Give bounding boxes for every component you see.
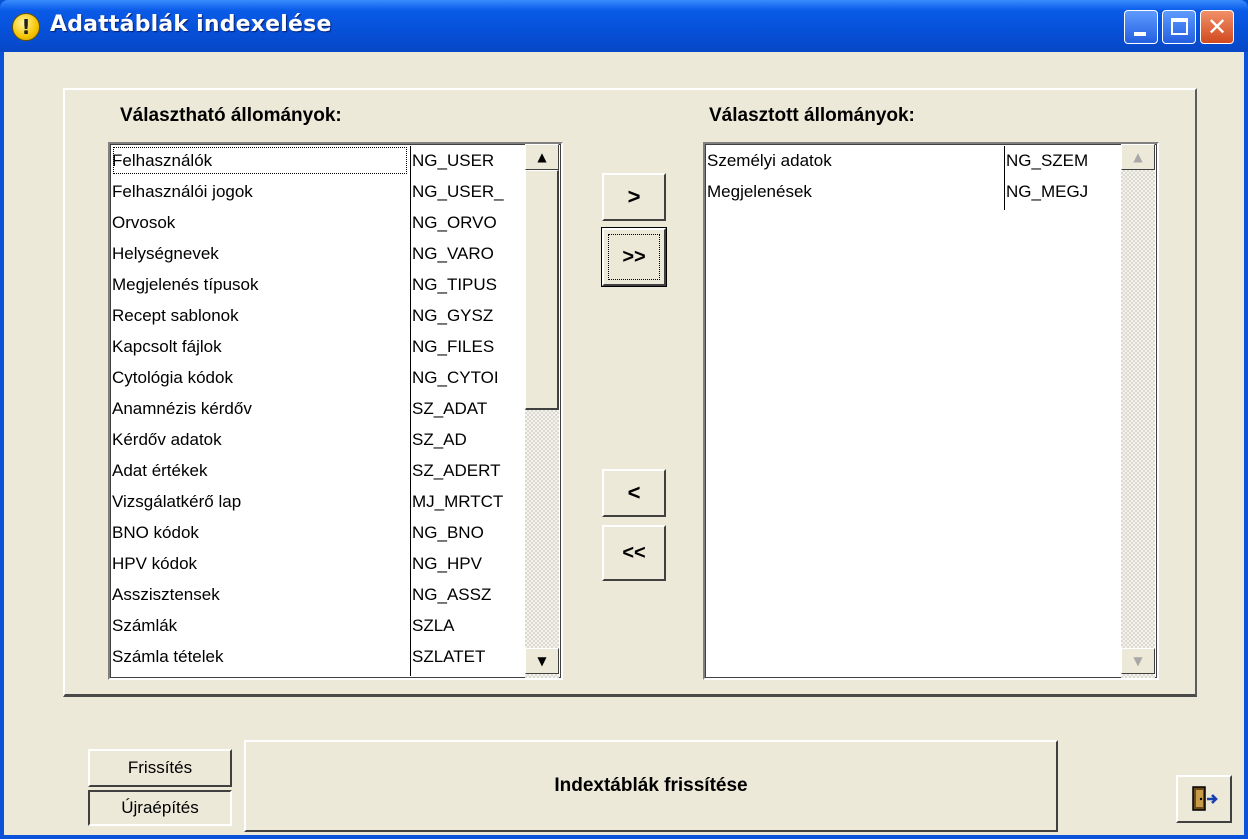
focus-rectangle xyxy=(608,234,660,280)
list-item[interactable]: Számla tételek SZLATET xyxy=(110,642,522,671)
list-item[interactable]: Adat értékek SZ_ADERT xyxy=(110,456,522,485)
item-name: Számla tételek xyxy=(112,647,224,666)
scroll-down-button[interactable]: ▼ xyxy=(525,648,559,674)
available-list[interactable]: Felhasználók NG_USER Felhasználói jogok NG_… xyxy=(108,142,563,680)
item-name: Felhasználók xyxy=(112,146,408,175)
item-table: NG_ASSZ xyxy=(412,585,492,604)
item-name: BNO kódok xyxy=(112,523,199,542)
item-name: Anamnézis kérdőv xyxy=(112,399,252,418)
selected-scrollbar[interactable]: ▲ ▼ xyxy=(1121,144,1155,678)
list-item[interactable]: Cytológia kódok NG_CYTOI xyxy=(110,363,522,392)
scroll-thumb[interactable] xyxy=(525,170,559,410)
run-index-update-button[interactable]: Indextáblák frissítése xyxy=(244,740,1058,832)
maximize-button[interactable] xyxy=(1162,10,1196,44)
item-name: Asszisztensek xyxy=(112,585,220,604)
item-table: SZLATET xyxy=(412,647,486,666)
remove-one-button[interactable]: < xyxy=(602,469,666,517)
list-item[interactable]: Anamnézis kérdőv SZ_ADAT xyxy=(110,394,522,423)
exit-button[interactable] xyxy=(1176,775,1232,823)
item-table: SZLA xyxy=(412,616,455,635)
list-item[interactable]: Személyi adatok NG_SZEM xyxy=(705,146,1116,175)
item-table: NG_FILES xyxy=(412,337,495,356)
list-item[interactable]: Megjelenések NG_MEGJ xyxy=(705,177,1116,206)
list-item[interactable]: Kapcsolt fájlok NG_FILES xyxy=(110,332,522,361)
list-item[interactable]: Orvosok NG_ORVO xyxy=(110,208,522,237)
add-all-button[interactable]: >> xyxy=(601,227,667,287)
maximize-icon xyxy=(1171,18,1188,35)
list-item[interactable]: HPV kódok NG_HPV xyxy=(110,549,522,578)
remove-all-button[interactable]: << xyxy=(602,525,666,581)
item-name: Adat értékek xyxy=(112,461,208,480)
add-one-button[interactable]: > xyxy=(602,173,666,221)
title-bar[interactable]: ! Adattáblák indexelése ✕ xyxy=(0,0,1248,52)
item-name: Megjelenés típusok xyxy=(112,275,259,294)
item-table: SZ_ADERT xyxy=(412,461,501,480)
item-table: NG_SZEM xyxy=(1006,151,1089,170)
item-table: NG_MEGJ xyxy=(1006,182,1089,201)
item-table: NG_VARO xyxy=(412,244,494,263)
available-scrollbar[interactable]: ▲ ▼ xyxy=(525,144,559,678)
rebuild-mode-button[interactable]: Újraépítés xyxy=(88,790,232,826)
list-item[interactable]: BNO kódok NG_BNO xyxy=(110,518,522,547)
item-table: NG_TIPUS xyxy=(412,275,498,294)
list-item[interactable]: Felhasználói jogok NG_USER_ xyxy=(110,177,522,206)
scroll-up-button[interactable]: ▲ xyxy=(525,144,559,170)
item-table: NG_USER_ xyxy=(412,182,504,201)
item-name: Orvosok xyxy=(112,213,176,232)
app-window: ! Adattáblák indexelése ✕ Választható ál… xyxy=(0,0,1248,839)
item-name: Cytológia kódok xyxy=(112,368,233,387)
available-heading: Választható állományok: xyxy=(120,105,342,126)
list-item[interactable]: Helységnevek NG_VARO xyxy=(110,239,522,268)
warning-icon: ! xyxy=(12,13,40,41)
item-name: Vizsgálatkérő lap xyxy=(112,492,242,511)
list-item[interactable]: Recept sablonok NG_GYSZ xyxy=(110,301,522,330)
scroll-down-button[interactable]: ▼ xyxy=(1121,648,1155,674)
item-table: NG_USER xyxy=(412,151,495,170)
list-item[interactable]: Megjelenés típusok NG_TIPUS xyxy=(110,270,522,299)
minimize-icon xyxy=(1134,32,1146,36)
list-item[interactable]: Számlák SZLA xyxy=(110,611,522,640)
item-name: Megjelenések xyxy=(707,182,812,201)
item-table: NG_ORVO xyxy=(412,213,497,232)
item-name: Számlák xyxy=(112,616,178,635)
list-item[interactable]: Felhasználók NG_USER xyxy=(110,146,522,175)
item-table: NG_BNO xyxy=(412,523,484,542)
window-title: Adattáblák indexelése xyxy=(50,12,332,37)
list-item[interactable]: Asszisztensek NG_ASSZ xyxy=(110,580,522,609)
close-icon: ✕ xyxy=(1206,13,1228,41)
item-table: NG_HPV xyxy=(412,554,482,573)
item-name: Személyi adatok xyxy=(707,151,832,170)
minimize-button[interactable] xyxy=(1124,10,1158,44)
item-name: Felhasználói jogok xyxy=(112,182,253,201)
exit-door-icon xyxy=(1192,786,1218,811)
selected-heading: Választott állományok: xyxy=(709,105,915,126)
list-item[interactable]: Kérdőv adatok SZ_AD xyxy=(110,425,522,454)
item-table: SZ_ADAT xyxy=(412,399,488,418)
list-item[interactable]: Vizsgálatkérő lap MJ_MRTCT xyxy=(110,487,522,516)
scroll-up-button[interactable]: ▲ xyxy=(1121,144,1155,170)
item-table: SZ_AD xyxy=(412,430,467,449)
item-name: Kérdőv adatok xyxy=(112,430,222,449)
close-button[interactable]: ✕ xyxy=(1200,10,1234,44)
item-name: Helységnevek xyxy=(112,244,219,263)
item-table: NG_GYSZ xyxy=(412,306,494,325)
item-name: Recept sablonok xyxy=(112,306,239,325)
refresh-mode-button[interactable]: Frissítés xyxy=(88,749,232,787)
item-table: NG_CYTOI xyxy=(412,368,499,387)
item-name: HPV kódok xyxy=(112,554,198,573)
item-name: Kapcsolt fájlok xyxy=(112,337,222,356)
item-table: MJ_MRTCT xyxy=(412,492,504,511)
selected-list[interactable]: Személyi adatok NG_SZEM Megjelenések NG_MEG… xyxy=(703,142,1159,680)
